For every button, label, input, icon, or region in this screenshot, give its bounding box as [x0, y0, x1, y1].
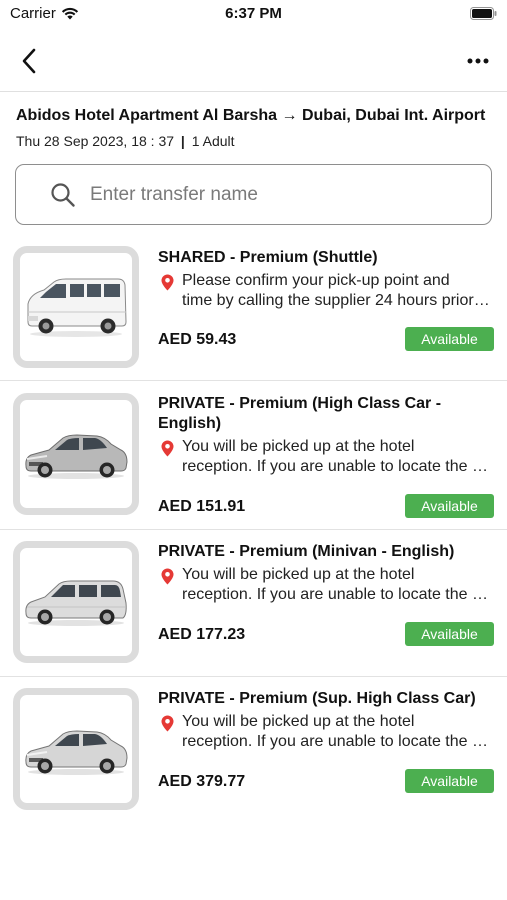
transfer-title: PRIVATE - Premium (High Class Car - Engl… [158, 395, 442, 432]
transfer-title: SHARED - Premium (Shuttle) [158, 249, 378, 266]
transfer-list: SHARED - Premium (Shuttle) Please confir… [0, 232, 507, 825]
transfer-image [13, 688, 139, 810]
availability-badge: Available [405, 769, 494, 793]
transfer-item[interactable]: PRIVATE - Premium (Sup. High Class Car) … [0, 677, 507, 825]
passenger-count: 1 Adult [191, 133, 235, 149]
location-pin-icon [161, 440, 174, 457]
sedan-image [25, 434, 128, 479]
availability-badge: Available [405, 622, 494, 646]
search-input[interactable] [90, 175, 480, 215]
shuttle-van-image [27, 278, 127, 337]
transfer-image [13, 246, 139, 368]
location-pin-icon [161, 274, 174, 291]
search-box[interactable] [15, 164, 492, 225]
route-title: Abidos Hotel Apartment Al Barsha → Dubai… [16, 107, 486, 124]
transfer-description: You will be picked up at the hotel recep… [182, 713, 492, 750]
route-subtitle: Thu 28 Sep 2023, 18 : 37 | 1 Adult [16, 133, 235, 149]
subtitle-separator: | [180, 133, 185, 149]
more-options-button[interactable] [465, 48, 491, 74]
minivan-image [25, 580, 127, 626]
transfer-image [13, 541, 139, 663]
transfer-title: PRIVATE - Premium (Sup. High Class Car) [158, 690, 476, 707]
location-pin-icon [161, 715, 174, 732]
battery-icon [470, 7, 497, 25]
navigation-bar [0, 28, 507, 92]
transfer-item[interactable]: PRIVATE - Premium (High Class Car - Engl… [0, 381, 507, 530]
transfer-item[interactable]: SHARED - Premium (Shuttle) Please confir… [0, 232, 507, 381]
transfer-image [13, 393, 139, 515]
more-horizontal-icon [467, 58, 489, 64]
status-time: 6:37 PM [225, 5, 282, 22]
transfer-description: Please confirm your pick-up point and ti… [182, 272, 492, 309]
back-button[interactable] [14, 44, 44, 78]
luxury-sedan-image [25, 730, 128, 775]
transfer-description: You will be picked up at the hotel recep… [182, 438, 492, 475]
availability-badge: Available [405, 494, 494, 518]
transfer-price: AED 59.43 [158, 331, 237, 348]
search-icon [51, 183, 75, 207]
transfer-title: PRIVATE - Premium (Minivan - English) [158, 543, 455, 560]
transfer-item[interactable]: PRIVATE - Premium (Minivan - English) Yo… [0, 530, 507, 677]
location-pin-icon [161, 568, 174, 585]
transfer-price: AED 177.23 [158, 626, 246, 643]
trip-date: Thu 28 Sep 2023, 18 : 37 [16, 133, 175, 149]
transfer-price: AED 379.77 [158, 773, 246, 790]
transfer-price: AED 151.91 [158, 498, 246, 515]
status-bar: Carrier 6:37 PM [0, 0, 507, 28]
transfer-description: You will be picked up at the hotel recep… [182, 566, 492, 603]
chevron-left-icon [22, 48, 36, 74]
availability-badge: Available [405, 327, 494, 351]
